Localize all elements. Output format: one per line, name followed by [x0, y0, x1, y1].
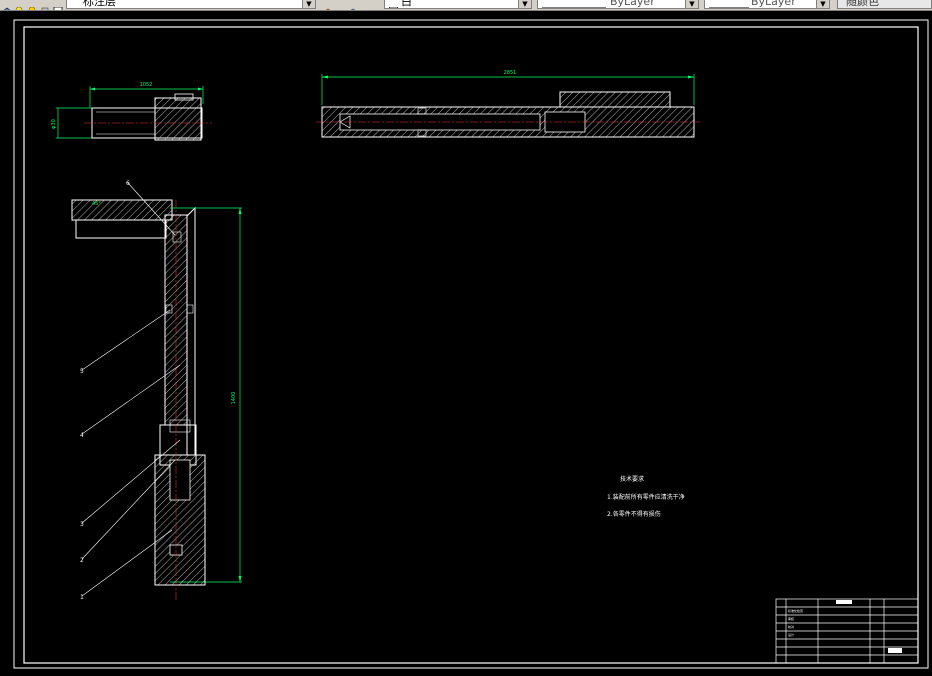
lineweight-sample-icon: [709, 0, 749, 8]
lineweight-dropdown[interactable]: ByLayer ▼: [704, 0, 830, 9]
tech-req-line-1: 1.装配前所有零件应清洗干净: [607, 493, 685, 501]
dim-top-left: 1052: [140, 82, 153, 88]
color-dropdown-value: 白: [401, 0, 412, 8]
properties-toolbar: 标注层 ▼ 白 ▼ ByLayer ▼ ByLayer ▼ 随颜色: [0, 0, 932, 11]
cad-drawing[interactable]: 1052 φ30 2851 1400 45° 6 5 4 3 2 1 技术要求 …: [0, 11, 932, 672]
balloon-6: 6: [126, 180, 130, 187]
layer-dropdown-value: 标注层: [83, 0, 116, 8]
balloon-4: 4: [80, 432, 84, 439]
top-right-view[interactable]: 2851: [316, 70, 700, 138]
technical-requirements[interactable]: 技术要求 1.装配前所有零件应清洗干净 2.各零件不得有损伤: [607, 475, 685, 518]
layer-previous-icon[interactable]: [347, 0, 357, 10]
main-assembly-view[interactable]: 1400 45°: [71, 199, 242, 600]
layer-lock-icon[interactable]: [40, 0, 50, 10]
chevron-down-icon[interactable]: ▼: [685, 0, 698, 8]
balloon-1: 1: [80, 594, 84, 601]
tech-req-line-2: 2.各零件不得有损伤: [607, 510, 661, 518]
linetype-dropdown-value: ByLayer: [610, 0, 655, 8]
title-block-row-4: 设计: [788, 632, 794, 637]
dim-vertical: 1400: [231, 392, 237, 405]
chevron-down-icon[interactable]: ▼: [518, 0, 531, 8]
layer-sun-icon[interactable]: [27, 0, 37, 10]
chevron-down-icon[interactable]: ▼: [302, 0, 315, 8]
layer-dropdown[interactable]: 标注层 ▼: [66, 0, 316, 9]
linetype-dropdown[interactable]: ByLayer ▼: [537, 0, 699, 9]
color-dropdown[interactable]: 白 ▼: [384, 0, 532, 9]
dim-top-left-height: φ30: [51, 119, 57, 129]
plotstyle-dropdown[interactable]: 随颜色: [837, 0, 932, 9]
balloon-5: 5: [80, 368, 84, 375]
balloon-labels: 6 5 4 3 2 1: [80, 180, 130, 601]
dim-top-right: 2851: [504, 70, 517, 76]
plotstyle-dropdown-value: 随颜色: [846, 0, 879, 8]
linetype-sample-icon: [542, 0, 606, 8]
title-block-row-2: 审核: [788, 616, 794, 621]
layer-states-icon[interactable]: [2, 0, 12, 10]
title-block-row-3: 校对: [788, 624, 794, 629]
layer-color-swatch-icon[interactable]: [53, 0, 63, 10]
lineweight-dropdown-value: ByLayer: [751, 0, 796, 8]
top-left-view[interactable]: 1052 φ30: [51, 82, 212, 141]
title-block-row-1: 标准化检查: [788, 608, 803, 613]
layer-bulb-icon[interactable]: [14, 0, 24, 10]
color-swatch-icon: [389, 0, 399, 8]
chevron-down-icon[interactable]: ▼: [816, 0, 829, 8]
tech-req-title: 技术要求: [620, 475, 644, 483]
dim-angle: 45°: [92, 201, 101, 207]
title-block-labels: 标准化检查 审核 校对 设计: [788, 608, 803, 637]
make-object-layer-current-icon[interactable]: [322, 0, 332, 10]
balloon-3: 3: [80, 521, 84, 528]
balloon-2: 2: [80, 557, 84, 564]
drawing-canvas[interactable]: 1052 φ30 2851 1400 45° 6 5 4 3 2 1 技术要求 …: [0, 11, 932, 672]
